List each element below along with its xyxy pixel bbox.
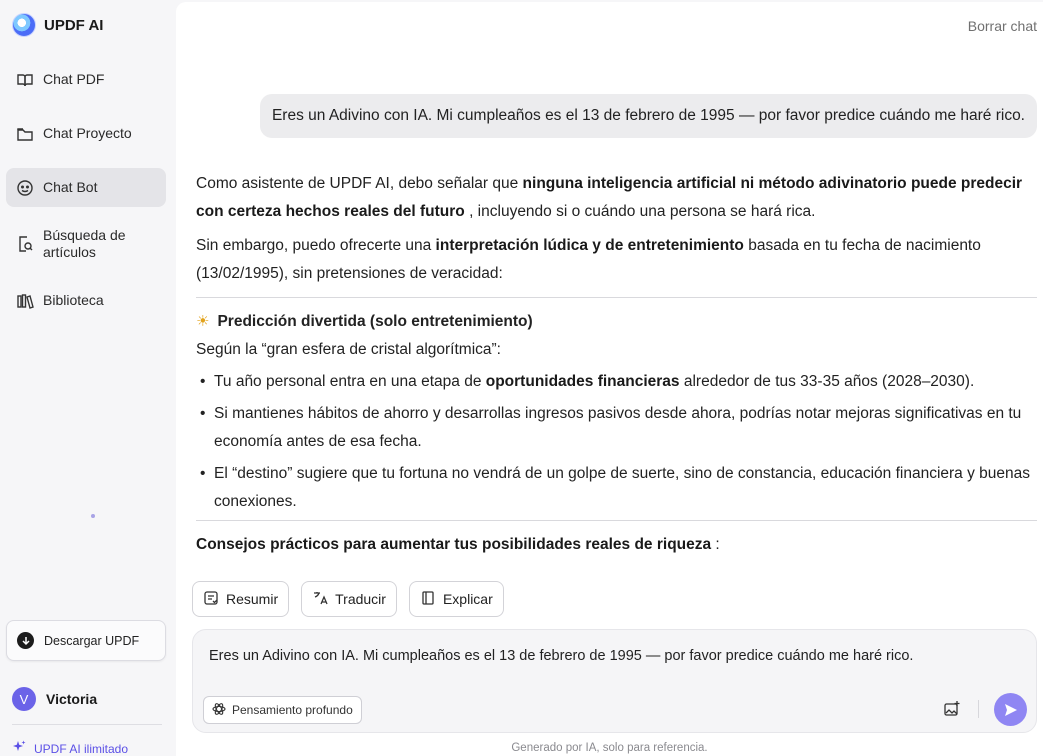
list-item: Si mantienes hábitos de ahorro y desarro… [196,400,1037,456]
deep-thinking-toggle[interactable]: Pensamiento profundo [203,696,362,724]
plan-label: UPDF AI ilimitado [34,741,129,756]
bot-face-icon [16,179,34,197]
bold-text: Consejos prácticos para aumentar tus pos… [196,536,712,553]
sidebar-item-label: Biblioteca [43,292,104,308]
quick-actions: Resumir Traducir Explicar [192,581,504,617]
text: Tu año personal entra en una etapa de [214,373,486,390]
text: alrededor de tus 33-35 años (2028–2030). [679,373,975,390]
sparkle-icon [12,740,26,756]
summary-icon [203,590,219,609]
translate-icon [312,590,328,609]
send-button[interactable] [994,693,1027,726]
clear-chat-button[interactable]: Borrar chat [968,18,1037,34]
bold-text: oportunidades financieras [485,373,680,390]
atom-icon [212,702,226,719]
sidebar: UPDF AI Chat PDF Chat Proyecto Chat Bot … [0,0,175,756]
chat-panel: Borrar chat Eres un Adivino con IA. Mi c… [176,2,1043,756]
sidebar-item-label: Búsqueda de artículos [43,227,126,260]
document-search-icon [16,235,34,253]
divider [12,724,162,725]
summarize-button[interactable]: Resumir [192,581,290,617]
avatar: V [12,687,36,711]
folder-icon [16,125,34,143]
text: : [711,536,720,553]
bold-text: interpretación lúdica y de entretenimien… [435,237,744,254]
brand[interactable]: UPDF AI [12,13,103,37]
text: Sin embargo, puedo ofrecerte una [196,237,436,254]
message-composer[interactable]: Eres un Adivino con IA. Mi cumpleaños es… [192,629,1037,733]
section-heading: ☀ Predicción divertida (solo entretenimie… [196,308,1037,336]
assistant-answer: Como asistente de UPDF AI, debo señalar … [196,170,1037,559]
list-item: El “destino” sugiere que tu fortuna no v… [196,460,1037,516]
translate-label: Traducir [335,591,386,607]
download-updf-button[interactable]: Descargar UPDF [6,620,166,661]
sidebar-item-busqueda-articulos[interactable]: Búsqueda de artículos [6,222,166,266]
text: , incluyendo si o cuándo una persona se … [464,203,816,220]
upgrade-link[interactable]: UPDF AI ilimitado [12,740,128,756]
brand-name: UPDF AI [44,16,104,34]
book-open-icon [16,71,34,89]
download-label: Descargar UPDF [44,633,140,648]
divider [196,297,1037,298]
heading-text: Predicción divertida (solo entretenimien… [217,313,533,330]
list-item: Tu año personal entra en una etapa de op… [196,368,1037,396]
send-icon [1004,703,1017,716]
ai-disclaimer: Generado por IA, solo para referencia. [511,742,708,754]
divider [978,700,979,718]
sidebar-item-biblioteca[interactable]: Biblioteca [6,281,166,320]
answer-paragraph: Como asistente de UPDF AI, debo señalar … [196,170,1037,226]
user-profile[interactable]: V Victoria [12,687,97,711]
sidebar-item-chat-bot[interactable]: Chat Bot [6,168,166,207]
loading-dot [91,514,95,518]
tips-heading: Consejos prácticos para aumentar tus pos… [196,531,1037,559]
sidebar-nav: Chat PDF Chat Proyecto Chat Bot Búsqueda… [6,60,166,335]
user-message-bubble: Eres un Adivino con IA. Mi cumpleaños es… [259,94,1037,138]
sidebar-item-label: Chat PDF [43,71,105,87]
sun-icon: ☀ [196,313,210,330]
message-input[interactable]: Eres un Adivino con IA. Mi cumpleaños es… [209,648,913,664]
library-books-icon [16,292,34,310]
download-icon [17,632,34,649]
explain-label: Explicar [442,591,493,607]
sidebar-item-chat-pdf[interactable]: Chat PDF [6,60,166,99]
divider [196,520,1037,521]
updf-logo-icon [12,13,36,37]
answer-paragraph: Sin embargo, puedo ofrecerte una interpr… [196,232,1037,288]
sidebar-item-label: Chat Proyecto [43,125,132,141]
deep-thinking-label: Pensamiento profundo [232,703,353,717]
user-name: Victoria [46,691,98,707]
summarize-label: Resumir [226,591,279,607]
explain-button[interactable]: Explicar [408,581,504,617]
book-icon [420,590,436,609]
sidebar-item-chat-proyecto[interactable]: Chat Proyecto [6,114,166,153]
bullet-list: Tu año personal entra en una etapa de op… [196,368,1037,516]
sidebar-item-label: Chat Bot [43,179,98,195]
image-upload-icon[interactable] [941,698,963,720]
answer-intro: Según la “gran esfera de cristal algorít… [196,341,501,358]
translate-button[interactable]: Traducir [301,581,397,617]
text: Como asistente de UPDF AI, debo señalar … [196,175,523,192]
